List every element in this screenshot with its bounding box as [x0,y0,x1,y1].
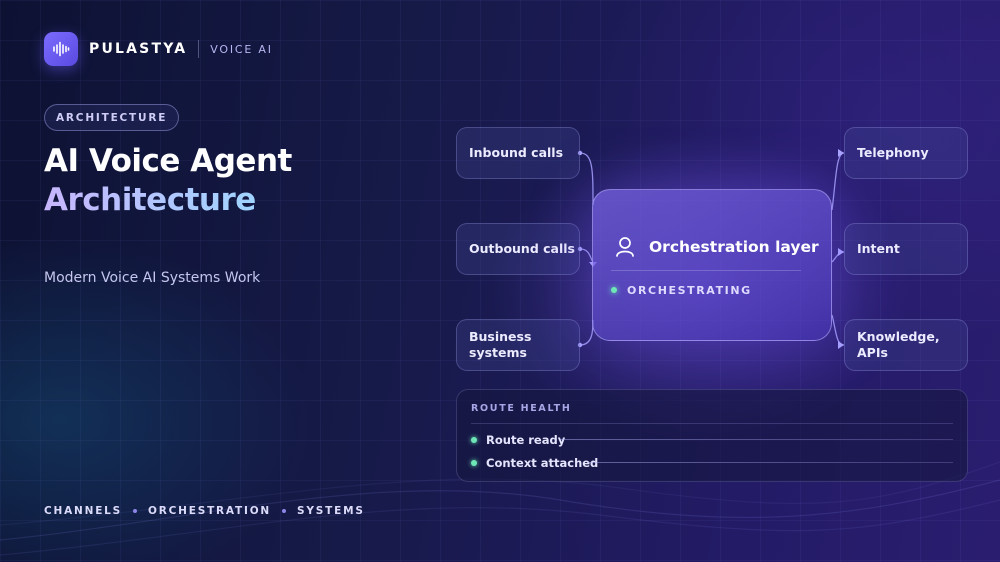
route-health-bar [588,462,953,463]
page-title-accent: Architecture [44,182,256,218]
route-health-item: Route ready [471,433,565,447]
node-label: Intent [857,241,900,256]
footer-tag-channels: CHANNELS [44,505,123,517]
input-node-outbound-calls[interactable]: Outbound calls [456,223,580,275]
footer-tag-systems: SYSTEMS [297,505,365,517]
route-health-item: Context attached [471,456,598,470]
node-label: Telephony [857,145,929,160]
output-node-telephony[interactable]: Telephony [844,127,968,179]
input-node-business-systems[interactable]: Business systems [456,319,580,371]
page-subtitle: Modern Voice AI Systems Work [44,270,261,286]
brand-divider [198,40,200,58]
node-label: Outbound calls [469,241,575,256]
footer-tag-orchestration: ORCHESTRATION [148,505,272,517]
brand-name: PULASTYA [89,41,188,57]
route-health-title: ROUTE HEALTH [471,403,572,414]
route-health-panel: ROUTE HEALTH Route ready Context attache… [456,389,968,482]
hub-divider [611,270,801,271]
orchestration-hub[interactable]: Orchestration layer ORCHESTRATING [592,189,832,341]
page-title: AI Voice Agent [44,143,292,179]
hub-title: Orchestration layer [649,238,819,256]
route-health-bar [560,439,953,440]
brand: PULASTYA VOICE AI [44,32,273,66]
footer-separator [133,509,138,513]
node-label: Knowledge, APIs [857,329,940,360]
section-badge: ARCHITECTURE [44,104,180,131]
output-node-intent[interactable]: Intent [844,223,968,275]
brand-subtitle: VOICE AI [210,42,273,56]
route-health-label: Route ready [486,433,566,447]
node-label: Business systems [469,329,532,360]
status-dot [471,460,477,466]
hub-status: ORCHESTRATING [627,284,752,297]
output-node-knowledge-apis[interactable]: Knowledge, APIs [844,319,968,371]
footer-separator [282,509,287,513]
waveform-icon [44,32,78,66]
status-dot [611,287,617,293]
route-health-label: Context attached [486,456,599,470]
footer-tags: CHANNELS ORCHESTRATION SYSTEMS [44,505,365,517]
status-dot [471,437,477,443]
route-health-divider [471,423,953,424]
input-node-inbound-calls[interactable]: Inbound calls [456,127,580,179]
node-label: Inbound calls [469,145,564,160]
user-icon [616,237,634,257]
